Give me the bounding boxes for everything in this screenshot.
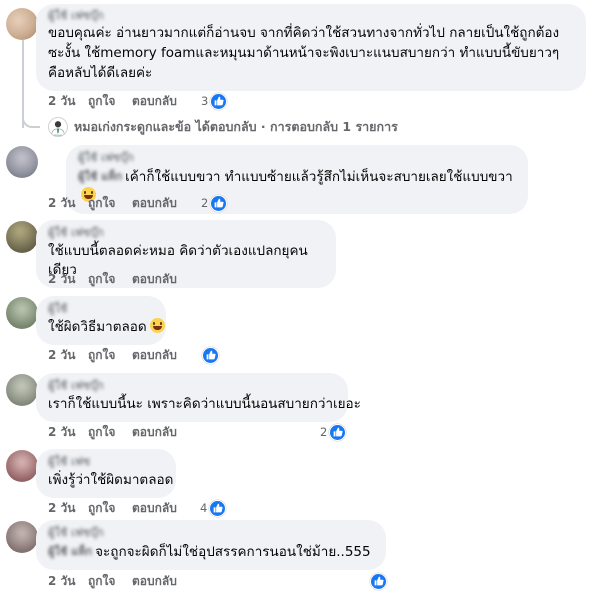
commenter-name[interactable]: ผู้ใช้ เฟซบุ๊ก — [48, 526, 374, 540]
reaction-count[interactable] — [200, 346, 219, 364]
comment-time[interactable]: 2 วัน — [48, 271, 75, 287]
comment-text: เราก็ใช้แบบนี้นะ เพราะคิดว่าแบบนี้นอนสบา… — [48, 396, 361, 412]
like-button[interactable]: ถูกใจ — [88, 347, 115, 363]
reaction-number: 2 — [320, 425, 328, 439]
comment-time[interactable]: 2 วัน — [48, 195, 75, 211]
tears-of-joy-icon — [149, 318, 165, 333]
like-button[interactable]: ถูกใจ — [88, 195, 115, 211]
comment-bubble: ผู้ใช้ เฟซบุ๊ก ขอบคุณค่ะ อ่านยาวมากแต่ก็… — [36, 4, 586, 91]
comment-actions: 2 วัน ถูกใจ ตอบกลับ — [48, 271, 228, 287]
reaction-number: 3 — [201, 94, 209, 108]
reply-summary-text: หมอเก่งกระดูกและข้อ ได้ตอบกลับ · การตอบก… — [74, 119, 398, 134]
like-button[interactable]: ถูกใจ — [88, 500, 115, 516]
thumbs-up-icon — [329, 423, 347, 441]
avatar[interactable] — [6, 146, 38, 178]
reaction-count[interactable]: 2 — [201, 194, 228, 212]
reaction-count[interactable]: 3 — [201, 92, 228, 110]
like-button[interactable]: ถูกใจ — [88, 93, 115, 109]
like-button[interactable]: ถูกใจ — [88, 271, 115, 287]
commenter-name[interactable]: ผู้ใช้ เฟซบุ๊ก — [48, 379, 336, 393]
thumbs-up-icon — [210, 194, 228, 212]
comment-bubble: ผู้ใช้ เฟซบุ๊ก เราก็ใช้แบบนี้นะ เพราะคิด… — [36, 373, 361, 422]
commenter-name[interactable]: ผู้ใช้ เฟซบุ๊ก — [48, 226, 324, 240]
reply-button[interactable]: ตอบกลับ — [132, 500, 177, 516]
comment-actions: 2 วัน ถูกใจ ตอบกลับ — [48, 424, 228, 440]
reply-button[interactable]: ตอบกลับ — [132, 195, 177, 211]
comment-time[interactable]: 2 วัน — [48, 573, 75, 589]
avatar[interactable] — [6, 450, 38, 482]
doctor-avatar — [48, 117, 68, 137]
comment-text: จะถูกจะผิดก็ไม่ใช่อุปสรรคการนอนใช่ม้าย..… — [95, 544, 371, 560]
tagged-user[interactable]: ผู้ใช้ แท็ก — [78, 167, 122, 186]
comment-bubble: ผู้ใช้ เฟซบุ๊ก ผู้ใช้ แท็ก จะถูกจะผิดก็ไม… — [36, 520, 386, 570]
commenter-name[interactable]: ผู้ใช้ เฟซบุ๊ก — [78, 151, 516, 165]
comment-text: เพิ่งรู้ว่าใช้ผิดมาตลอด — [48, 472, 174, 488]
view-replies-link[interactable]: หมอเก่งกระดูกและข้อ ได้ตอบกลับ · การตอบก… — [48, 116, 398, 138]
like-button[interactable]: ถูกใจ — [88, 573, 115, 589]
thumbs-up-icon — [370, 572, 387, 590]
comment-bubble: ผู้ใช้ ใช้ผิดวิธีมาตลอด — [36, 296, 166, 345]
comment-time[interactable]: 2 วัน — [48, 424, 75, 440]
comment-actions: 2 วัน ถูกใจ ตอบกลับ — [48, 573, 228, 589]
thumbs-up-icon — [202, 346, 219, 364]
avatar[interactable] — [6, 297, 38, 329]
reaction-count[interactable]: 4 — [200, 499, 227, 517]
avatar[interactable] — [6, 8, 38, 40]
commenter-name[interactable]: ผู้ใช้ เฟซ — [48, 455, 164, 469]
reply-button[interactable]: ตอบกลับ — [132, 271, 177, 287]
reply-button[interactable]: ตอบกลับ — [132, 93, 177, 109]
thread-connector-curve — [22, 108, 40, 128]
thumbs-up-icon — [210, 92, 228, 110]
reaction-number: 2 — [201, 196, 209, 210]
avatar[interactable] — [6, 221, 38, 253]
reaction-number: 4 — [200, 501, 208, 515]
commenter-name[interactable]: ผู้ใช้ เฟซบุ๊ก — [48, 9, 574, 23]
reaction-count[interactable] — [368, 572, 387, 590]
reply-button[interactable]: ตอบกลับ — [132, 424, 177, 440]
comment-bubble: ผู้ใช้ เฟซ เพิ่งรู้ว่าใช้ผิดมาตลอด — [36, 449, 176, 498]
comment-text: ขอบคุณค่ะ อ่านยาวมากแต่ก็อ่านจบ จากที่คิ… — [48, 25, 560, 81]
avatar[interactable] — [6, 521, 38, 553]
reply-button[interactable]: ตอบกลับ — [132, 573, 177, 589]
comment-time[interactable]: 2 วัน — [48, 500, 75, 516]
like-button[interactable]: ถูกใจ — [88, 424, 115, 440]
comment-text: เค้าก็ใช้แบบขวา ทำแบบซ้ายแล้วรู้สึกไม่เห… — [125, 169, 513, 185]
tagged-user[interactable]: ผู้ใช้ แท็ก — [48, 542, 92, 561]
comment-text: ใช้ผิดวิธีมาตลอด — [48, 319, 147, 335]
reply-button[interactable]: ตอบกลับ — [132, 347, 177, 363]
commenter-name[interactable]: ผู้ใช้ — [48, 302, 154, 316]
comment-time[interactable]: 2 วัน — [48, 93, 75, 109]
comment-time[interactable]: 2 วัน — [48, 347, 75, 363]
thumbs-up-icon — [209, 499, 227, 517]
reaction-count[interactable]: 2 — [320, 423, 347, 441]
avatar[interactable] — [6, 374, 38, 406]
